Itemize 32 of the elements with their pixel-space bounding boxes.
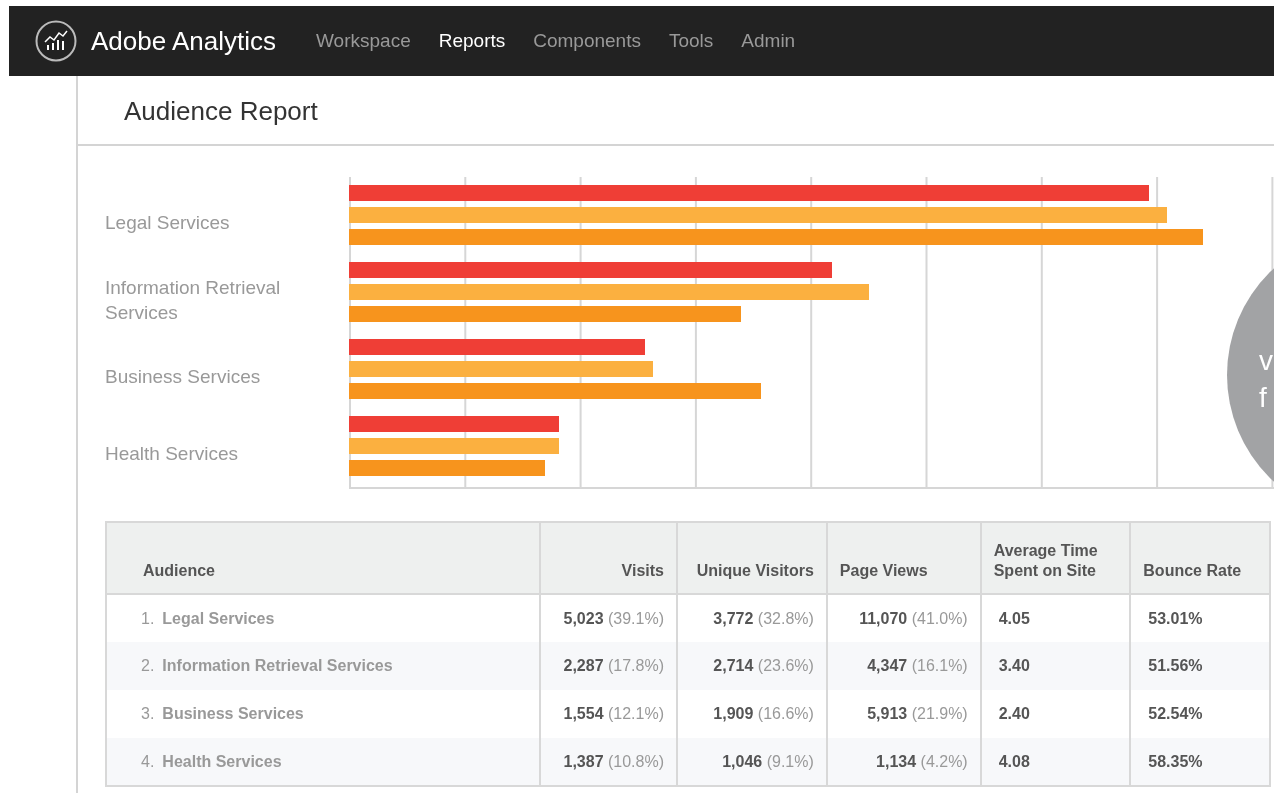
- column-header: Bounce Rate: [1130, 522, 1270, 594]
- nav-tab[interactable]: Tools: [668, 26, 714, 56]
- table-cell: 4,347 (16.1%): [826, 642, 981, 690]
- table-cell: 1,046 (9.1%): [677, 738, 827, 786]
- overlay-text: v: [1259, 344, 1274, 378]
- overlay-text: f: [1259, 381, 1268, 415]
- category-label: Legal Services: [105, 211, 230, 236]
- nav-tab[interactable]: Workspace: [316, 26, 411, 56]
- nav-tab[interactable]: Admin: [741, 26, 796, 56]
- table-cell: 1,134 (4.2%): [826, 738, 981, 786]
- category-label: Business Services: [105, 365, 261, 390]
- nav-tab[interactable]: Reports: [438, 26, 506, 56]
- column-header: Unique Visitors: [677, 522, 827, 594]
- table-cell: 4.08: [980, 738, 1131, 786]
- table-cell: 1,387 (10.8%): [540, 738, 677, 786]
- table-cell: 58.35%: [1130, 738, 1270, 786]
- column-header: Visits: [540, 522, 677, 594]
- table-cell: 2,287 (17.8%): [540, 642, 677, 690]
- category-label: Information Retrieval Services: [105, 275, 282, 325]
- column-header: Average Time Spent on Site: [980, 522, 1131, 594]
- nav-tab[interactable]: Components: [533, 26, 641, 56]
- table-cell: 2. Information Retrieval Services: [106, 642, 541, 690]
- table-cell: 4. Health Services: [106, 738, 541, 786]
- column-header: Audience: [106, 522, 541, 594]
- table-cell: 51.56%: [1130, 642, 1270, 690]
- app-title: Adobe Analytics: [91, 24, 276, 58]
- page-title: Audience Report: [78, 76, 1274, 146]
- table-cell: 2,714 (23.6%): [677, 642, 827, 690]
- column-header: Page Views: [826, 522, 981, 594]
- table-cell: 3.40: [980, 642, 1131, 690]
- category-label: Health Services: [105, 442, 239, 467]
- logo-icon: [35, 20, 77, 62]
